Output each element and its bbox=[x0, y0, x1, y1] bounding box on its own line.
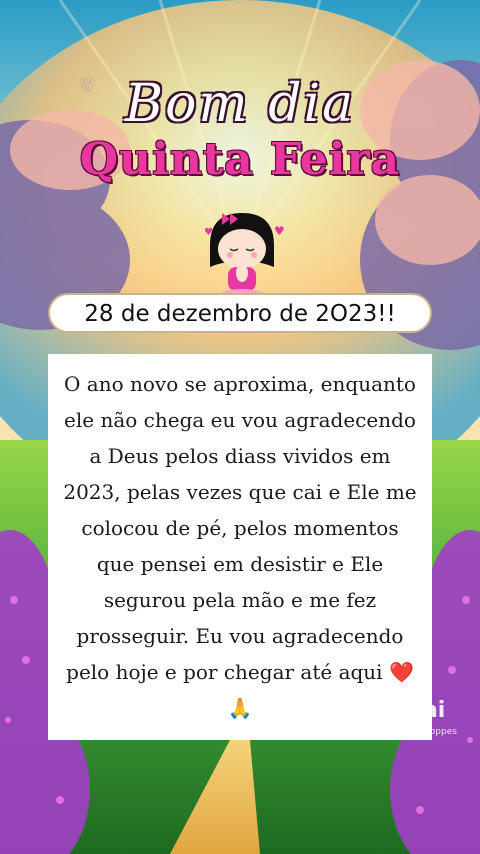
date-label: 28 de dezembro de 2O23!! bbox=[48, 293, 432, 333]
praying-hands-emoji-icon: 🙏 bbox=[227, 696, 253, 720]
weekday-title: Quinta Feira bbox=[79, 134, 401, 185]
message-text: O ano novo se aproxima, enquanto ele não… bbox=[63, 372, 417, 684]
heart-emoji-icon: ❤️ bbox=[388, 660, 414, 684]
message-card: O ano novo se aproxima, enquanto ele não… bbox=[48, 354, 432, 740]
praying-girl-illustration: ♥ ♥ bbox=[204, 213, 284, 301]
svg-text:♥: ♥ bbox=[274, 224, 284, 238]
svg-text:♥: ♥ bbox=[204, 227, 213, 238]
greeting-title: Bom dia bbox=[124, 74, 356, 134]
watermark-username: @Rosanaaloppes bbox=[380, 727, 457, 737]
kwai-watermark: kwai bbox=[388, 698, 446, 723]
